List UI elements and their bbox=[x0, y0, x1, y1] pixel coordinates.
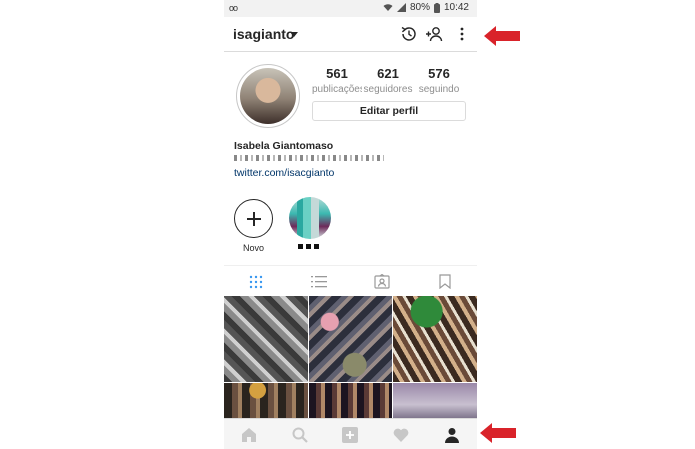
saved-icon bbox=[439, 274, 451, 289]
home-icon bbox=[242, 428, 257, 442]
posts-count: 561 bbox=[326, 66, 348, 81]
followers-label: seguidores bbox=[363, 84, 413, 95]
story-highlight[interactable] bbox=[289, 197, 331, 239]
profile-icon bbox=[444, 427, 459, 443]
status-bar: oo 80% 10:42 bbox=[224, 0, 477, 17]
grid-photo[interactable] bbox=[224, 296, 308, 382]
profile-photo bbox=[240, 68, 296, 124]
clock-time: 10:42 bbox=[443, 2, 469, 13]
add-person-icon[interactable] bbox=[425, 25, 443, 43]
nav-activity[interactable] bbox=[389, 423, 413, 447]
grid-icon bbox=[249, 275, 262, 288]
stat-followers[interactable]: 621 seguidores bbox=[363, 66, 413, 95]
following-count: 576 bbox=[428, 66, 450, 81]
bio-text-redacted bbox=[234, 155, 384, 161]
chevron-down-icon[interactable] bbox=[290, 32, 298, 37]
profile-stats: 561 publicações 621 seguidores 576 segui… bbox=[312, 66, 464, 95]
grid-photo[interactable] bbox=[308, 296, 393, 382]
grid-photo[interactable] bbox=[224, 383, 308, 419]
bottom-navigation bbox=[224, 418, 477, 449]
full-name: Isabela Giantomaso bbox=[234, 140, 334, 152]
profile-tabs bbox=[224, 265, 477, 297]
tab-grid[interactable] bbox=[241, 272, 271, 292]
search-icon bbox=[292, 427, 308, 443]
phone-screen: oo 80% 10:42 isagianto 561 publicações 6… bbox=[224, 0, 477, 449]
list-icon bbox=[310, 276, 327, 288]
battery-percent: 80% bbox=[409, 2, 430, 13]
tab-tagged[interactable] bbox=[367, 272, 397, 292]
signal-icon bbox=[396, 3, 406, 12]
edit-profile-button[interactable]: Editar perfil bbox=[312, 101, 466, 121]
history-icon[interactable] bbox=[400, 25, 418, 43]
voicemail-indicator: oo bbox=[229, 3, 238, 13]
photo-grid bbox=[224, 296, 477, 419]
more-vertical-icon[interactable] bbox=[453, 25, 471, 43]
grid-photo[interactable] bbox=[308, 383, 393, 419]
annotation-arrow-icon bbox=[484, 26, 520, 46]
stat-posts[interactable]: 561 publicações bbox=[312, 66, 362, 95]
wifi-icon bbox=[383, 4, 393, 11]
avatar[interactable] bbox=[236, 64, 300, 128]
grid-photo[interactable] bbox=[393, 296, 477, 382]
story-highlight-label-redacted bbox=[298, 244, 322, 249]
username-title[interactable]: isagianto bbox=[233, 26, 294, 42]
followers-count: 621 bbox=[377, 66, 399, 81]
tagged-icon bbox=[374, 274, 390, 289]
battery-icon bbox=[433, 2, 440, 13]
nav-profile[interactable] bbox=[440, 423, 464, 447]
new-story-label: Novo bbox=[242, 243, 264, 253]
new-story-button[interactable] bbox=[234, 199, 273, 238]
grid-photo[interactable] bbox=[393, 383, 477, 419]
profile-header: isagianto bbox=[224, 17, 477, 52]
heart-icon bbox=[393, 428, 409, 442]
nav-home[interactable] bbox=[237, 423, 261, 447]
tab-saved[interactable] bbox=[430, 272, 460, 292]
stat-following[interactable]: 576 seguindo bbox=[414, 66, 464, 95]
tab-list[interactable] bbox=[304, 272, 334, 292]
annotation-arrow-icon bbox=[480, 423, 516, 443]
posts-label: publicações bbox=[312, 84, 362, 95]
following-label: seguindo bbox=[418, 84, 460, 95]
profile-link[interactable]: twitter.com/isacgianto bbox=[234, 167, 334, 179]
new-post-icon bbox=[342, 426, 359, 443]
nav-new-post[interactable] bbox=[338, 423, 362, 447]
nav-search[interactable] bbox=[288, 423, 312, 447]
